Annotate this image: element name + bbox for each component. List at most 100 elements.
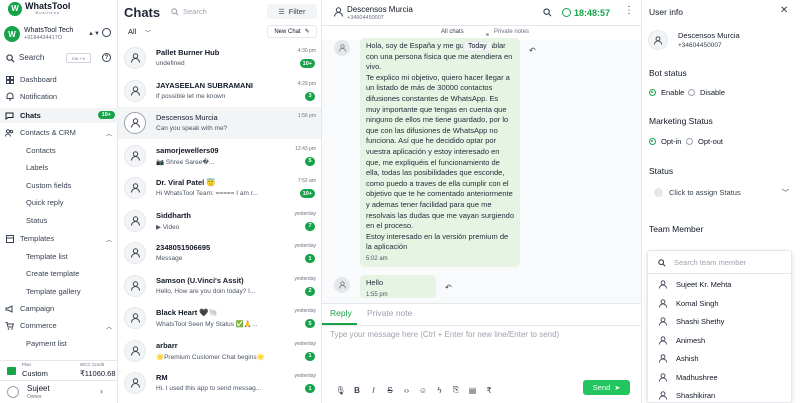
close-icon[interactable]: ✕ xyxy=(780,5,788,16)
sidebar-subitem-status[interactable]: Status xyxy=(26,216,47,225)
reply-icon[interactable]: ↶ xyxy=(445,283,452,292)
team-member-option[interactable]: Sujeet Kr. Mehta xyxy=(648,275,791,294)
sidebar-item-dashboard[interactable]: Dashboard xyxy=(0,72,118,87)
sidebar-subitem-custom-fields[interactable]: Custom fields xyxy=(26,181,71,190)
incoming-message[interactable]: Hola, soy de España y me gustaría hablar… xyxy=(360,38,520,268)
filter-button[interactable]: ☰ Filter xyxy=(267,4,317,19)
chat-search-input[interactable]: Search xyxy=(168,4,260,19)
marketing-opt-in[interactable]: Opt-in xyxy=(649,137,681,146)
send-button[interactable]: Send ➤ xyxy=(583,380,630,395)
chat-list-item[interactable]: arbarr 🌟Premium Customer Chat begins🌟 yest… xyxy=(118,335,321,367)
sidebar-search[interactable]: Search Ctrl + K ? xyxy=(4,50,114,66)
search-icon[interactable] xyxy=(543,8,552,17)
sidebar-subitem-create-template[interactable]: Create template xyxy=(26,269,79,278)
bot-status-enable[interactable]: Enable xyxy=(649,88,684,97)
user-icon xyxy=(659,354,667,363)
chat-list-item[interactable]: RM Hi. I used this app to send messag... y… xyxy=(118,367,321,399)
chat-list-item[interactable]: Siddharth ▶ Video yesterday 7 xyxy=(118,205,321,237)
team-member-name: Shashikiran xyxy=(676,391,716,400)
info-contact-name: Descensos Murcia xyxy=(678,31,740,40)
chevron-up-icon: ︿ xyxy=(105,325,112,331)
chat-list-item[interactable]: JAYASEELAN SUBRAMANI If possible let me k… xyxy=(118,75,321,107)
sidebar-subitem-payment-list[interactable]: Payment list xyxy=(26,339,67,348)
flash-icon[interactable]: ϟ xyxy=(435,385,444,395)
message-input[interactable]: Type your message here (Ctrl + Enter for… xyxy=(330,330,630,370)
code-icon[interactable]: ‹› xyxy=(402,385,411,395)
user-icon xyxy=(648,30,668,50)
bot-status-title: Bot status xyxy=(649,68,687,78)
plan-summary[interactable]: Plan Custom WCC Credit ₹11060.68 xyxy=(0,360,118,379)
tab-reply[interactable]: Reply xyxy=(330,308,352,318)
radio-label: Disable xyxy=(700,88,726,97)
user-icon xyxy=(659,372,667,382)
team-member-name: Komal Singh xyxy=(676,298,719,308)
sidebar-subitem-template-list[interactable]: Template list xyxy=(26,252,68,261)
new-chat-label: New Chat xyxy=(274,28,301,35)
chat-list-item[interactable]: Descensos Murcia Can you speak with me? 1:… xyxy=(118,107,321,139)
team-member-option[interactable]: Ashish xyxy=(648,349,791,368)
bot-status-disable[interactable]: Disable xyxy=(688,88,725,97)
chat-list-item[interactable]: Dr. Viral Patel 😇 Hi WhatsTool Team: ====… xyxy=(118,172,321,204)
team-search-input[interactable]: Search team member xyxy=(648,251,791,274)
conversation-contact-name[interactable]: Descensos Murcia xyxy=(347,5,413,14)
account-switcher[interactable]: W WhatsTool Tech +9184434417O ▲▼ xyxy=(4,22,114,46)
more-vertical-icon[interactable]: ⋮ xyxy=(624,6,634,16)
team-member-option[interactable]: Shashi Shethy xyxy=(648,312,791,331)
chat-list-item[interactable]: Samson (U.Vinci's Assit) Hello, How are y… xyxy=(118,270,321,302)
reply-icon[interactable]: ↶ xyxy=(529,46,536,55)
chevron-down-icon[interactable]: ﹀ xyxy=(145,28,151,37)
italic-icon[interactable]: I xyxy=(369,385,378,395)
user-menu[interactable]: Sujeet Owner › xyxy=(0,380,118,403)
sidebar-item-contacts-crm[interactable]: Contacts & CRM ︿ xyxy=(0,125,118,140)
chat-list-item[interactable]: samorjewellers09 📷 Shree Saree�... 12:43 p… xyxy=(118,140,321,172)
chevron-up-down-icon[interactable]: ▲▼ xyxy=(88,31,100,37)
team-member-option[interactable]: Madhushree xyxy=(648,368,791,387)
conversation-panel: Descensos Murcia +34604450007 18:48:57 ⋮… xyxy=(322,0,641,403)
chat-time: 1:56 pm xyxy=(297,113,316,119)
sidebar-subitem-template-gallery[interactable]: Template gallery xyxy=(26,287,81,296)
radio-icon xyxy=(688,89,695,96)
status-select[interactable]: Click to assign Status ﹀ xyxy=(648,184,794,201)
avatar xyxy=(7,386,19,398)
incoming-message[interactable]: Hello 1:55 pm xyxy=(360,275,436,298)
chevron-down-icon: ﹀ xyxy=(782,190,789,197)
chat-list-item[interactable]: 2348051506695 Message yesterday 1 xyxy=(118,237,321,269)
pencil-icon: ✎ xyxy=(304,29,310,35)
bold-icon[interactable]: B xyxy=(353,385,362,395)
sidebar-item-campaign[interactable]: Campaign xyxy=(0,301,118,316)
tab-private-notes[interactable]: Private notes xyxy=(494,29,529,35)
file-icon[interactable]: ▤ xyxy=(468,385,477,395)
attachment-icon[interactable]: ⎘ xyxy=(452,385,461,395)
brand[interactable]: W WhatsTool Business xyxy=(0,0,118,17)
help-icon[interactable]: ? xyxy=(102,53,111,62)
marketing-opt-out[interactable]: Opt-out xyxy=(686,137,723,146)
sidebar-item-chats[interactable]: Chats 10+ xyxy=(0,108,118,123)
sidebar-item-commerce[interactable]: Commerce ︿ xyxy=(0,318,118,333)
sidebar-subitem-contacts[interactable]: Contacts xyxy=(26,146,56,155)
new-chat-button[interactable]: New Chat ✎ xyxy=(267,25,317,38)
chat-list-item[interactable]: Pallet Burner Hub undefined 4:30 pm 10+ xyxy=(118,42,321,74)
chat-list-item[interactable]: Black Heart 🖤🐚 WhatsTool Seen My Status ✅… xyxy=(118,302,321,334)
strikethrough-icon[interactable]: S xyxy=(386,385,395,395)
tab-all-chats[interactable]: All chats xyxy=(441,29,464,35)
chat-scope-select[interactable]: All xyxy=(128,27,136,36)
sidebar-subitem-labels[interactable]: Labels xyxy=(26,163,48,172)
team-member-option[interactable]: Shashikiran xyxy=(648,386,791,402)
user-info-title: User info xyxy=(649,7,684,17)
sidebar-subitem-quick-reply[interactable]: Quick reply xyxy=(26,198,64,207)
sidebar-search-label: Search xyxy=(19,53,45,62)
team-member-option[interactable]: Animesh xyxy=(648,331,791,350)
team-member-option[interactable]: Komal Singh xyxy=(648,294,791,313)
sidebar-item-templates[interactable]: Templates ︿ xyxy=(0,231,118,246)
sidebar-item-notification[interactable]: Notification xyxy=(0,89,118,104)
bell-icon xyxy=(5,92,14,101)
emoji-icon[interactable]: ☺ xyxy=(419,385,428,395)
clock-icon xyxy=(562,8,571,17)
unread-badge: 10+ xyxy=(299,59,315,68)
currency-icon[interactable]: ₹ xyxy=(485,385,494,395)
user-icon xyxy=(659,298,667,308)
microphone-icon[interactable]: 🎙︎ xyxy=(335,385,345,395)
tab-private-note[interactable]: Private note xyxy=(367,308,412,318)
marketing-status-title: Marketing Status xyxy=(649,116,713,126)
gear-icon[interactable] xyxy=(102,28,111,37)
